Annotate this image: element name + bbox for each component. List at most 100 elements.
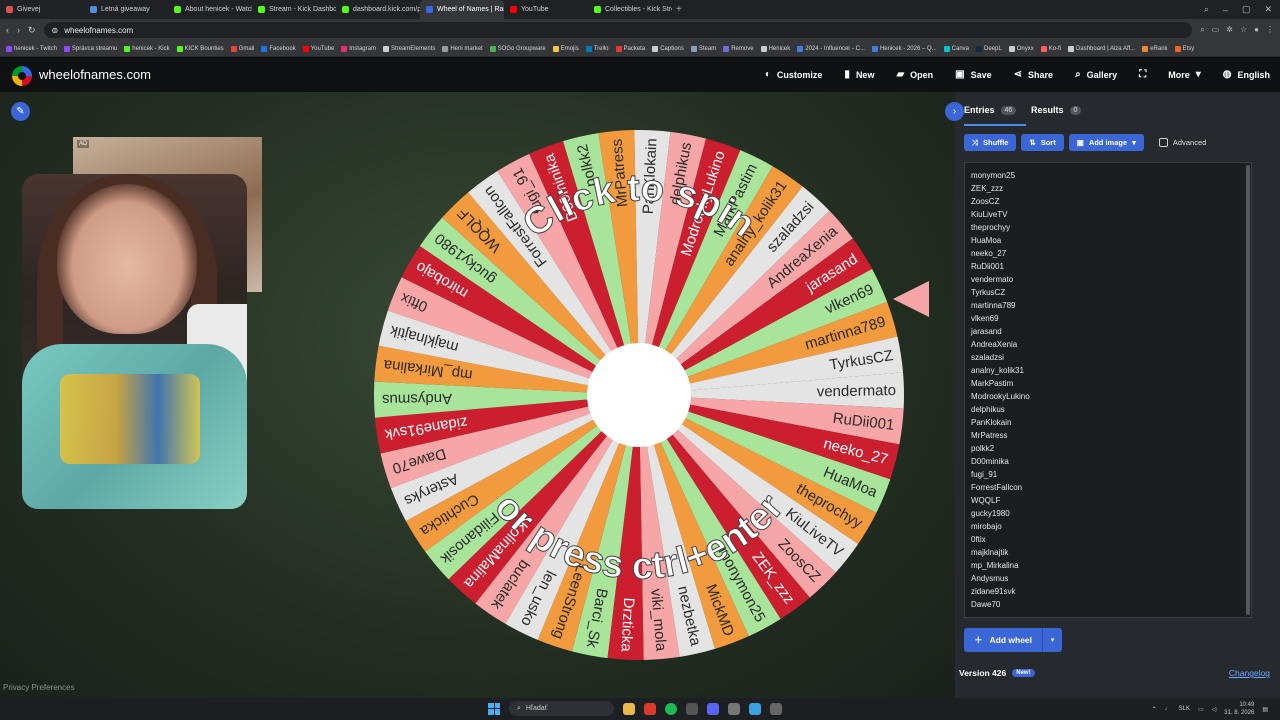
browser-tab[interactable]: About henicek - Watch Li [168,0,252,19]
back-icon[interactable]: ‹ [6,25,9,35]
windows-start-icon[interactable] [488,702,500,715]
browser-tab[interactable]: Stream - Kick Dashboard [252,0,336,19]
privacy-preferences-link[interactable]: Privacy Preferences [3,683,75,692]
menu-open[interactable]: ▰ Open [896,69,933,80]
profile-icon[interactable]: ● [1254,25,1259,35]
bookmark-item[interactable]: Ko-fi [1040,45,1061,52]
bookmark-item[interactable]: StreamElements [382,45,435,52]
tab-results[interactable]: Results 0 [1031,105,1082,115]
add-wheel-dropdown-icon[interactable]: ▾ [1042,628,1063,652]
tab-entries[interactable]: Entries 46 [964,105,1017,115]
url-field[interactable]: ⊜ wheelofnames.com [43,22,1193,38]
checkbox-box[interactable] [1158,138,1168,147]
app-icon[interactable] [686,702,698,715]
spotify-icon[interactable] [665,702,677,715]
file-explorer-icon[interactable] [623,702,635,715]
tray-lang[interactable]: SLK [1179,706,1190,712]
notepad-icon[interactable] [749,702,761,715]
bookmark-item[interactable]: 2024 - Influencer - C... [797,45,865,52]
wheel-logo-icon[interactable] [12,66,32,86]
browser-tab[interactable]: Givevej [0,0,84,19]
forward-icon[interactable]: › [17,25,20,35]
close-icon[interactable]: ✕ [1264,4,1272,15]
maximize-icon[interactable]: ▢ [1242,4,1251,15]
add-wheel-button[interactable]: ＋ Add wheel [964,628,1043,652]
zoom-icon[interactable]: ⌕ [1200,25,1204,35]
bookmark-item[interactable]: Onyxx [1008,45,1034,52]
edit-pencil-icon[interactable]: ✎ [11,102,30,121]
menu-more[interactable]: More ▾ [1168,69,1201,80]
menu-fullscreen[interactable]: ⛶ [1139,69,1146,80]
collapse-panel-icon[interactable]: › [945,102,964,121]
terminal-icon[interactable] [770,702,782,715]
reload-icon[interactable]: ↻ [28,25,36,36]
advanced-checkbox[interactable]: Advanced [1158,138,1206,147]
bookmark-item[interactable]: Heni market [442,45,483,52]
browser-tab[interactable]: Letná giveaway [84,0,168,19]
browser-icon[interactable] [644,702,656,715]
settings-icon[interactable] [728,702,740,715]
bookmark-item[interactable]: Captions [652,45,684,52]
bookmark-item[interactable]: Správca streamu [63,45,117,52]
wheel-svg[interactable]: vendermatoRuDii001neeko_27HuaMoatheproch… [372,128,906,662]
menu-share[interactable]: ⋖ Share [1014,69,1053,80]
cast-icon[interactable]: ▭ [1212,25,1220,35]
notification-icon[interactable]: ▤ [1262,706,1268,713]
bookmark-item[interactable]: henicek - Twitch [6,45,57,52]
add-image-button[interactable]: ▣ Add image ▾ [1068,134,1144,151]
bookmark-item[interactable]: henicek - Kick [124,45,170,52]
bookmark-item[interactable]: Henicek - 2026 – Q... [871,45,937,52]
browser-tab[interactable]: dashboard.kick.com/pop [336,0,420,19]
bookmark-item[interactable]: eRank [1142,45,1168,52]
menu-new[interactable]: ▮ New [844,69,874,80]
bookmark-item[interactable]: Henicek [760,45,790,52]
mic-icon[interactable]: ♩ [1165,706,1171,712]
menu-save[interactable]: ▣ Save [955,69,991,80]
menu-customize[interactable]: ◐ Customize [765,69,823,80]
bookmark-item[interactable]: Gmail [230,45,254,52]
volume-icon[interactable]: ◁ [1212,706,1217,713]
entry-line: MrPatress [971,431,1008,440]
tab-search-icon[interactable]: ⌕ [1204,4,1209,15]
clock[interactable]: 10:49 31. 8. 2026 [1224,701,1254,717]
browser-tab[interactable]: YouTube [504,0,588,19]
entries-textarea[interactable]: monymon25 ZEK_zzz ZoosCZ KiuLiveTV theprochy… [964,162,1252,618]
browser-tab[interactable]: Wheel of Names | Rando [420,0,504,19]
shuffle-button[interactable]: ⤨ Shuffle [964,134,1017,151]
browser-tab[interactable]: Collectibles - Kick Stream [588,0,672,19]
bookmark-item[interactable]: Remove [723,45,754,52]
new-tab-icon[interactable]: + [676,4,682,15]
tab-favicon-icon [594,6,601,13]
name-wheel[interactable]: vendermato RuDii001 neeko_27 HuaMoa theproch… [372,128,906,662]
entries-scrollbar[interactable] [1246,165,1250,615]
network-icon[interactable]: ▭ [1198,706,1204,713]
bookmark-item[interactable]: Emojis [552,45,579,52]
bookmark-label: Trello [593,45,609,52]
bookmark-item[interactable]: Dashboard | Alza Aff... [1068,45,1135,52]
bookmark-item[interactable]: Instagram [341,45,376,52]
bookmark-item[interactable]: Etsy [1174,45,1194,52]
menu-english[interactable]: ◍ English [1223,69,1270,80]
kebab-menu-icon[interactable]: ⋮ [1266,25,1274,35]
bookmark-item[interactable]: Facebook [261,45,296,52]
site-name[interactable]: wheelofnames.com [39,67,151,82]
sort-button[interactable]: ⇅ Sort [1021,134,1064,151]
minimize-icon[interactable]: – [1223,5,1228,15]
bookmark-item[interactable]: SOGo Groupware [489,45,546,52]
bookmark-star-icon[interactable]: ☆ [1240,25,1247,35]
wheel-hub[interactable] [587,343,691,447]
bookmark-item[interactable]: Steam [690,45,716,52]
bookmark-item[interactable]: Packeta [615,45,645,52]
site-info-icon[interactable]: ⊜ [52,26,59,35]
taskbar-search[interactable]: ⌕ Hľadať [509,701,614,716]
bookmark-item[interactable]: Canva [943,45,969,52]
menu-gallery[interactable]: ⌕ Gallery [1075,69,1117,80]
tray-chevron-icon[interactable]: ⌃ [1152,706,1157,713]
bookmark-item[interactable]: YouTube [302,45,334,52]
changelog-link[interactable]: Changelog [1229,668,1270,678]
bookmark-item[interactable]: KICK Bounties [176,45,224,52]
discord-icon[interactable] [707,702,719,715]
bookmark-item[interactable]: Trello [585,45,609,52]
extension-icon[interactable]: ✲ [1226,25,1233,35]
bookmark-item[interactable]: DeepL [976,45,1002,52]
